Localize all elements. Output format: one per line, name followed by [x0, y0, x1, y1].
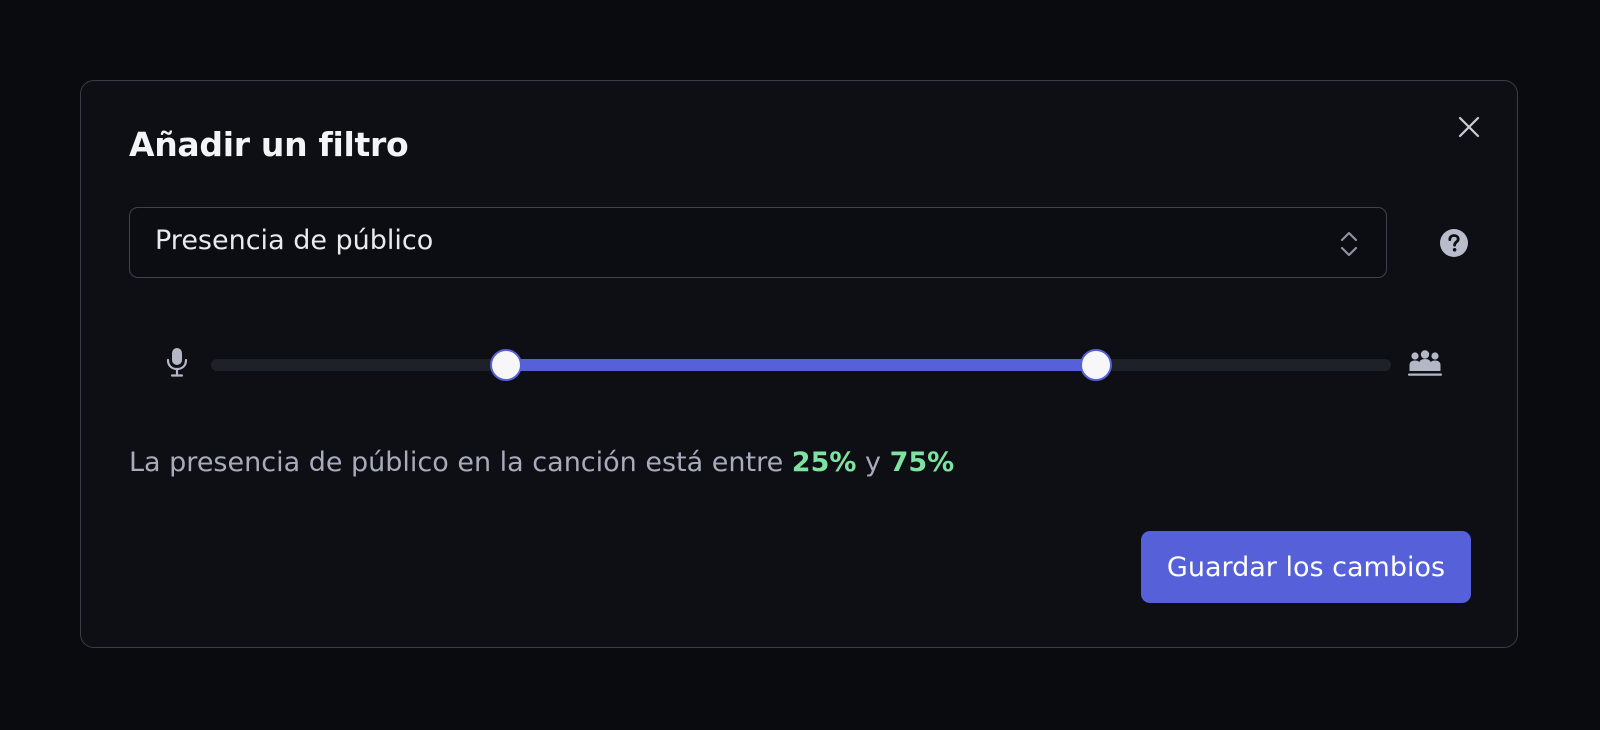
close-icon [1458, 116, 1480, 138]
microphone-icon [166, 348, 188, 377]
range-summary: La presencia de público en la canción es… [129, 447, 954, 478]
filter-select[interactable]: Presencia de público [129, 207, 1387, 278]
add-filter-dialog: Añadir un filtro Presencia de público La… [80, 80, 1518, 648]
range-slider-thumb-max[interactable] [1080, 349, 1112, 381]
summary-low-value: 25% [791, 447, 857, 478]
close-button[interactable] [1451, 109, 1487, 145]
chevron-up-down-icon [1340, 231, 1358, 257]
summary-high-value: 75% [889, 447, 955, 478]
save-changes-button[interactable]: Guardar los cambios [1141, 531, 1471, 603]
audience-icon [1408, 350, 1442, 376]
filter-select-value: Presencia de público [155, 225, 434, 256]
range-slider-track[interactable] [211, 349, 1391, 381]
question-circle-icon[interactable] [1439, 228, 1469, 258]
range-slider-thumb-min[interactable] [490, 349, 522, 381]
summary-prefix: La presencia de público en la canción es… [129, 447, 784, 478]
range-slider-fill [506, 359, 1096, 371]
summary-conjunction: y [865, 447, 881, 478]
dialog-title: Añadir un filtro [129, 125, 409, 164]
